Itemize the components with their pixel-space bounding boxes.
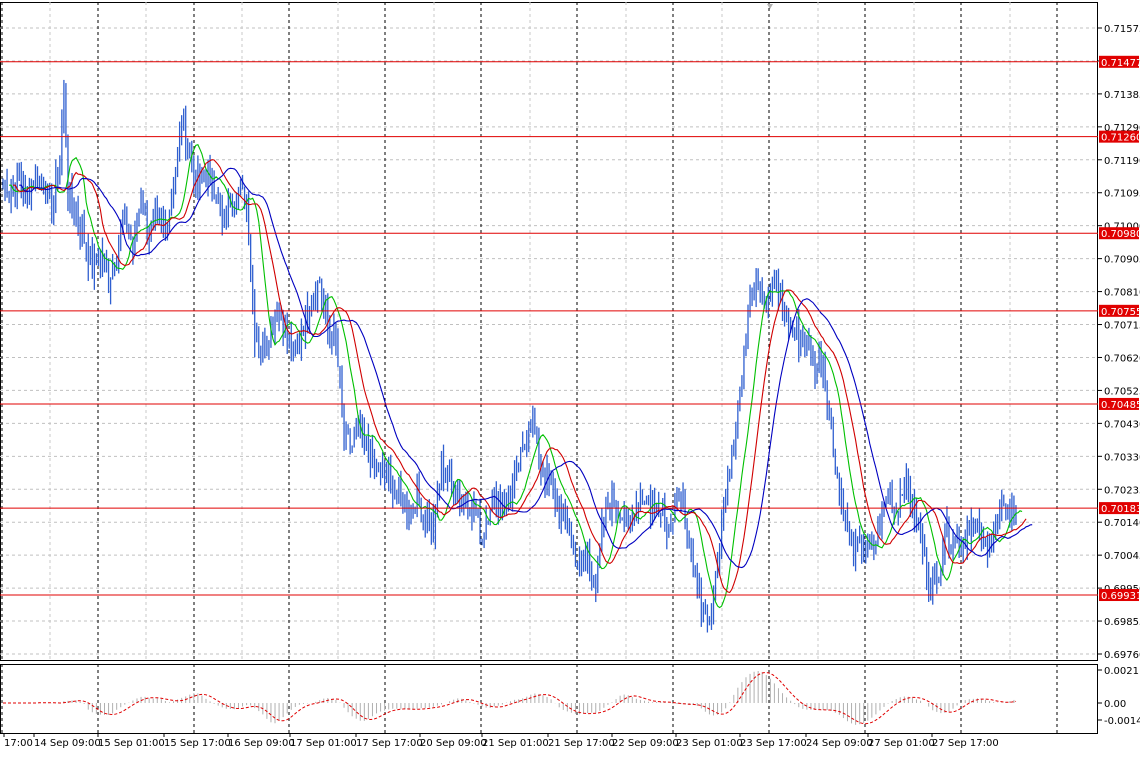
y-tick-label: 0.70620 [1104,353,1140,364]
x-tick-label: 24 Sep 09:00 [806,738,873,749]
x-tick-label: 17:00 [4,738,33,749]
y-tick-label: 0.71190 [1104,156,1140,167]
y-tick-label: 0.70330 [1104,452,1140,463]
level-label: 0.70755 [1101,307,1140,318]
x-tick-label: 20 Sep 09:00 [420,738,487,749]
y-tick-label: 0.70810 [1104,288,1140,299]
level-label: 0.71260 [1101,133,1140,144]
y-tick-label: 0.70430 [1104,419,1140,430]
x-tick-label: 15 Sep 17:00 [164,738,231,749]
y-tick-label: 0.70525 [1104,386,1140,397]
y-tick-label: 0.71385 [1104,90,1140,101]
x-tick-label: 23 Sep 01:00 [676,738,743,749]
osc-y-tick-label: -0.00146 [1104,716,1140,727]
y-tick-label: 0.70235 [1104,485,1140,496]
x-tick-label: 27 Sep 17:00 [932,738,999,749]
level-label: 0.70980 [1101,229,1140,240]
y-tick-label: 0.69760 [1104,650,1140,661]
x-tick-label: 15 Sep 01:00 [98,738,165,749]
x-tick-label: 16 Sep 09:00 [228,738,295,749]
level-label: 0.70183 [1101,504,1140,515]
chart-window: 0.715750.714800.713850.712900.711900.710… [0,0,1140,754]
y-tick-label: 0.71095 [1104,189,1140,200]
y-tick-label: 0.71575 [1104,24,1140,35]
x-tick-label: 27 Sep 01:00 [868,738,935,749]
x-tick-label: 21 Sep 17:00 [548,738,615,749]
level-label: 0.70485 [1101,400,1140,411]
oscillator-frame [0,664,1098,734]
level-label: 0.69931 [1101,591,1140,602]
y-tick-label: 0.70045 [1104,551,1140,562]
y-tick-label: 0.70140 [1104,518,1140,529]
y-tick-label: 0.70715 [1104,321,1140,332]
osc-y-tick-label: 0.00 [1104,699,1126,710]
y-tick-label: 0.69855 [1104,617,1140,628]
x-tick-label: 17 Sep 01:00 [290,738,357,749]
y-tick-label: 0.70905 [1104,255,1140,266]
x-tick-label: 17 Sep 17:00 [356,738,423,749]
x-tick-label: 22 Sep 09:00 [612,738,679,749]
x-tick-label: 23 Sep 17:00 [740,738,807,749]
level-label: 0.71477 [1101,58,1140,69]
osc-y-tick-label: 0.002113 [1104,666,1140,677]
x-tick-label: 21 Sep 01:00 [482,738,549,749]
x-tick-label: 14 Sep 09:00 [34,738,101,749]
main-plot-frame [0,2,1098,661]
chart-svg[interactable]: 0.715750.714800.713850.712900.711900.710… [0,0,1140,754]
